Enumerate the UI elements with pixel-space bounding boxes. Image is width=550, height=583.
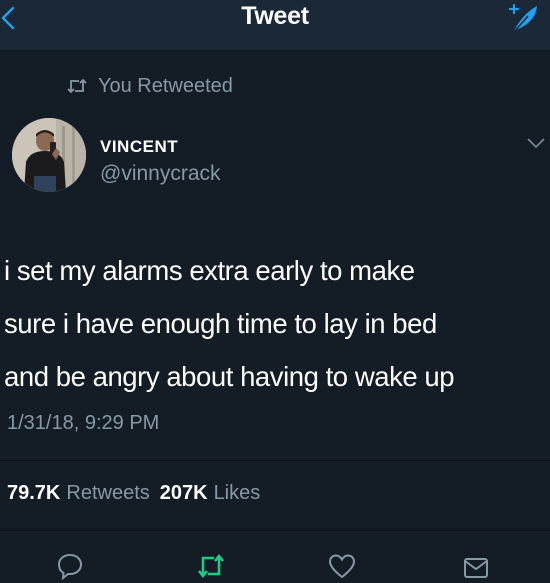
author-handle[interactable]: @vinnycrack	[100, 162, 221, 186]
divider	[0, 530, 550, 531]
retweet-context-label: You Retweeted	[98, 74, 233, 97]
chevron-down-icon[interactable]	[526, 136, 546, 150]
tweet-timestamp: 1/31/18, 9:29 PM	[7, 412, 160, 434]
heart-icon[interactable]	[328, 552, 356, 580]
like-count-label[interactable]: Likes	[214, 482, 261, 505]
divider	[0, 460, 550, 461]
avatar-photo	[12, 118, 86, 192]
reply-icon[interactable]	[56, 552, 84, 580]
top-navigation-bar: Tweet	[0, 0, 550, 51]
retweet-icon	[67, 78, 87, 94]
tweet-stats: 79.7K Retweets 207K Likes	[7, 482, 260, 505]
compose-feather-icon[interactable]	[506, 2, 540, 36]
retweet-context: You Retweeted	[66, 74, 233, 98]
tweet-text-line: i set my alarms extra early to make	[4, 255, 415, 286]
tweet-text-line: sure i have enough time to lay in bed	[4, 308, 437, 339]
tweet-text: i set my alarms extra early to make sure…	[4, 244, 544, 403]
tweet-text-line: and be angry about having to wake up	[4, 361, 455, 392]
author-display-name[interactable]: VINCENT	[100, 137, 178, 157]
like-count[interactable]: 207K	[160, 482, 208, 505]
avatar[interactable]	[12, 118, 86, 192]
retweet-count[interactable]: 79.7K	[7, 482, 60, 505]
page-title: Tweet	[241, 2, 309, 30]
share-icon[interactable]	[462, 552, 490, 580]
retweet-count-label[interactable]: Retweets	[66, 482, 149, 505]
retweet-icon[interactable]	[196, 552, 226, 580]
